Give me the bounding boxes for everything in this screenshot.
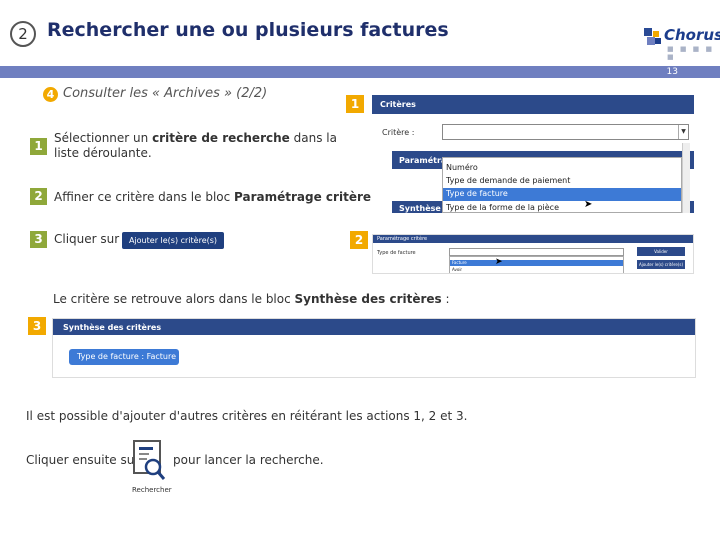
criteria-field-label: Critère : bbox=[382, 128, 415, 137]
screenshot-parametrage: Paramétrage critère Type de facture Fact… bbox=[372, 234, 694, 274]
dropdown-scrollbar[interactable] bbox=[682, 143, 690, 213]
chip-close-icon[interactable]: x bbox=[186, 352, 191, 361]
step-number-circle: 2 bbox=[10, 21, 36, 47]
search-icon[interactable] bbox=[131, 439, 167, 481]
page-number: 13 bbox=[666, 67, 678, 77]
search-caption: Rechercher bbox=[132, 486, 172, 494]
invoice-type-select[interactable] bbox=[449, 248, 624, 256]
criteria-header-bar: Critères bbox=[372, 95, 694, 114]
criteria-chip-label: Type de facture : Facture bbox=[77, 352, 177, 361]
invoice-type-list: Facture Avoir bbox=[449, 256, 624, 273]
criteria-dropdown-list: Numéro Type de demande de paiement Type … bbox=[442, 157, 682, 213]
mouse-cursor-icon: ➤ bbox=[495, 257, 503, 267]
repeat-instructions: Il est possible d'ajouter d'autres critè… bbox=[26, 409, 468, 423]
search-text-after: pour lancer la recherche. bbox=[173, 453, 324, 467]
step-1-badge: 1 bbox=[30, 138, 47, 155]
mouse-cursor-icon: ➤ bbox=[584, 199, 593, 210]
result-text: Le critère se retrouve alors dans le blo… bbox=[53, 292, 450, 306]
criteria-select[interactable]: ▼ bbox=[442, 124, 689, 140]
dropdown-option[interactable]: Type de la forme de la pièce bbox=[446, 203, 559, 212]
screenshot-2-badge: 2 bbox=[350, 231, 368, 249]
section-subtitle: Consulter les « Archives » (2/2) bbox=[63, 86, 268, 101]
dropdown-option[interactable]: Numéro bbox=[446, 163, 478, 172]
invoice-type-option[interactable]: Facture bbox=[452, 260, 467, 265]
search-text-before: Cliquer ensuite sur bbox=[26, 453, 140, 467]
validate-button[interactable]: Valider bbox=[637, 247, 685, 256]
criteria-chip[interactable]: Type de facture : Facture x bbox=[69, 349, 191, 365]
chorus-logo-dots: ■ ■ ■ ■ ■ bbox=[667, 45, 715, 61]
invoice-type-option[interactable]: Avoir bbox=[452, 267, 462, 272]
parametrage-header-bar: Paramétrage critère bbox=[373, 235, 693, 243]
chevron-down-icon[interactable]: ▼ bbox=[678, 125, 688, 139]
synthese-header-bar: Synthèse des critères bbox=[53, 319, 695, 335]
step-2-badge: 2 bbox=[30, 188, 47, 205]
invoice-type-label: Type de facture bbox=[377, 250, 416, 256]
chorus-logo-text: Chorus bbox=[664, 26, 720, 44]
chorus-logo: Chorus ■ ■ ■ ■ ■ bbox=[640, 24, 720, 61]
step-3-badge: 3 bbox=[30, 231, 47, 248]
add-criteria-small-button[interactable]: Ajouter le(s) critère(s) bbox=[637, 260, 685, 269]
dropdown-option-selected[interactable]: Type de facture bbox=[446, 189, 508, 198]
criteria-header-title: Critères bbox=[380, 100, 416, 109]
dropdown-option[interactable]: Type de demande de paiement bbox=[446, 176, 570, 185]
step-2-text: Affiner ce critère dans le bloc Paramétr… bbox=[54, 190, 375, 204]
step-3-text: Cliquer sur bbox=[54, 232, 120, 246]
step-1-text: Sélectionner un critère de recherche dan… bbox=[54, 131, 337, 160]
section-badge: 4 bbox=[43, 87, 58, 102]
screenshot-1-badge: 1 bbox=[346, 95, 364, 113]
chorus-logo-mark bbox=[644, 28, 662, 46]
screenshot-synthese: Synthèse des critères Type de facture : … bbox=[52, 318, 696, 378]
selected-option-highlight bbox=[450, 260, 623, 266]
add-criteria-button[interactable]: Ajouter le(s) critère(s) bbox=[122, 232, 224, 249]
screenshot-3-badge: 3 bbox=[28, 317, 46, 335]
page-title: Rechercher une ou plusieurs factures bbox=[47, 19, 449, 41]
screenshot-criteria-dropdown: Critères Critère : ▼ Paramétrag Synthèse… bbox=[372, 95, 694, 213]
parametrage-header-title: Paramétrage critère bbox=[377, 236, 428, 242]
header-bar bbox=[0, 66, 720, 78]
synthese-header-title: Synthèse des critères bbox=[63, 323, 162, 332]
